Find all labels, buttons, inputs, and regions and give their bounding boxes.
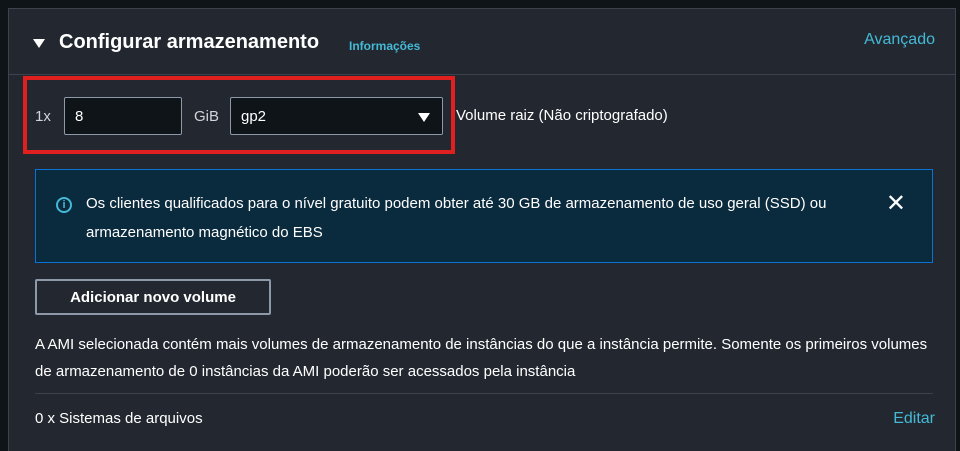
close-icon[interactable]: ✕ (886, 190, 906, 218)
alert-text: Os clientes qualificados para o nível gr… (86, 195, 827, 241)
caret-down-icon[interactable] (33, 39, 45, 48)
unit-label: GiB (194, 108, 220, 125)
free-tier-alert: i Os clientes qualificados para o nível … (35, 169, 933, 263)
volume-multiplier: 1x (35, 108, 51, 125)
add-volume-button[interactable]: Adicionar novo volume (35, 279, 271, 315)
chevron-down-icon (418, 113, 430, 122)
divider (35, 393, 933, 394)
edit-link[interactable]: Editar (893, 410, 935, 428)
volume-type-select[interactable]: gp2 (230, 97, 443, 135)
panel-header: Configurar armazenamento Informações Ava… (9, 9, 955, 75)
advanced-link[interactable]: Avançado (864, 31, 935, 49)
file-systems-label: 0 x Sistemas de arquivos (35, 410, 203, 427)
ami-note: A AMI selecionada contém mais volumes de… (35, 336, 928, 380)
root-volume-row: 1x GiB gp2 Volume raiz (Não criptografad… (9, 95, 955, 139)
storage-panel: Configurar armazenamento Informações Ava… (8, 8, 956, 451)
volume-size-input[interactable] (64, 97, 182, 135)
volume-type-value: gp2 (241, 108, 267, 125)
info-circle-icon: i (56, 197, 72, 213)
root-volume-label: Volume raiz (Não criptografado) (456, 107, 668, 124)
info-link[interactable]: Informações (349, 39, 420, 53)
section-title[interactable]: Configurar armazenamento (59, 31, 319, 54)
